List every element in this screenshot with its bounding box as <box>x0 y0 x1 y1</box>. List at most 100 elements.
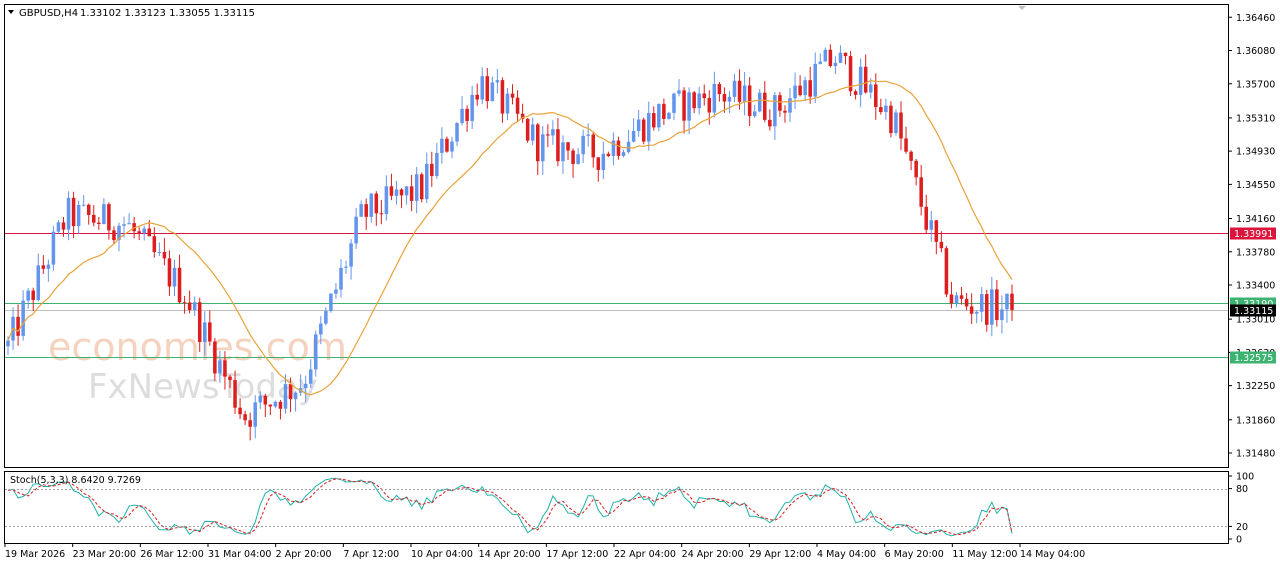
candle-bull <box>253 402 257 427</box>
candle-bull <box>369 193 374 217</box>
candle-bull <box>833 62 838 66</box>
y-tick-label: 1.36460 <box>1236 13 1275 24</box>
candle-bear <box>889 105 893 134</box>
y-tick-label: 1.33400 <box>1236 281 1275 292</box>
symbol-label: GBPUSD,H4 <box>19 8 78 19</box>
candle-bear <box>92 214 96 223</box>
candle-bear <box>409 186 414 201</box>
y-tick-label: 1.36080 <box>1236 46 1275 57</box>
candle-bear <box>97 222 101 225</box>
candle-bull <box>66 197 71 230</box>
candle-bear <box>1010 293 1014 310</box>
candle-bear <box>374 193 379 214</box>
x-tick-label: 29 Apr 12:00 <box>749 549 811 560</box>
candle-bear <box>147 228 152 237</box>
candle-bull <box>697 93 701 109</box>
candle-bear <box>828 49 833 66</box>
candle-bear <box>768 119 772 127</box>
y-tick-label: 1.34930 <box>1236 147 1275 158</box>
candle-bear <box>939 241 944 249</box>
candle-bull <box>440 138 444 153</box>
candle-bear <box>182 302 187 304</box>
candle-bull <box>657 103 661 128</box>
candle-bear <box>112 230 116 241</box>
candle-bear <box>591 134 596 158</box>
candle-bull <box>581 135 585 155</box>
candle-bull <box>561 142 565 162</box>
candle-bull <box>974 311 979 314</box>
candle-bear <box>783 110 787 113</box>
candle-bear <box>389 186 394 196</box>
candle-bear <box>263 395 268 405</box>
candle-bear <box>641 119 646 142</box>
candle-bull <box>838 52 843 63</box>
candle-bear <box>853 91 858 95</box>
candle-bear <box>399 189 404 196</box>
candle-bear <box>964 298 969 307</box>
candle-bull <box>990 289 994 325</box>
candle-bull <box>677 90 681 94</box>
candle-bull <box>450 141 454 152</box>
x-tick-label: 14 May 04:00 <box>1020 549 1085 560</box>
candle-bear <box>16 316 20 336</box>
candle-bear <box>798 85 802 96</box>
candle-bull <box>490 82 495 102</box>
candle-bull <box>349 243 353 267</box>
candle-bull <box>757 92 762 112</box>
candle-bear <box>500 80 505 114</box>
candle-bear <box>566 142 570 151</box>
candle-bull <box>712 83 717 113</box>
x-tick-label: 24 Apr 20:00 <box>682 549 744 560</box>
candle-bull <box>505 93 510 114</box>
candle-bull <box>414 174 419 201</box>
candle-bull <box>384 186 389 215</box>
candle-bull <box>293 392 298 400</box>
stoch-tick-label: 80 <box>1236 484 1248 495</box>
candle-bull <box>313 334 318 370</box>
candle-bear <box>949 294 954 304</box>
candle-bull <box>192 302 197 310</box>
y-tick-label: 1.31480 <box>1236 449 1275 460</box>
candle-bear <box>71 197 76 227</box>
candle-bear <box>995 289 999 321</box>
candle-bull <box>46 264 51 269</box>
candle-bear <box>722 94 727 102</box>
candle-bull <box>142 228 146 234</box>
chart-svg[interactable]: economies.com FxNewsToday 1.36460 1.36080… <box>0 0 1280 567</box>
candle-bull <box>732 80 737 97</box>
candle-bear <box>546 134 550 136</box>
candle-bear <box>717 83 722 95</box>
x-tick-label: 31 Mar 04:00 <box>208 549 271 560</box>
candle-bear <box>288 384 293 400</box>
candle-bear <box>430 163 434 177</box>
x-tick-label: 11 May 12:00 <box>952 549 1017 560</box>
level-tag-label: 1.33991 <box>1234 229 1273 240</box>
candle-bull <box>460 108 464 123</box>
x-tick-label: 2 Apr 20:00 <box>276 549 332 560</box>
chart-window[interactable]: economies.com FxNewsToday 1.36460 1.36080… <box>0 0 1280 567</box>
candle-bear <box>843 52 848 57</box>
candle-bear <box>278 401 283 409</box>
stoch-tick-label: 0 <box>1236 535 1242 546</box>
candle-bear <box>162 251 167 259</box>
candle-bear <box>662 103 666 119</box>
watermark-fxnewstoday: FxNewsToday <box>88 367 318 407</box>
candle-bull <box>687 92 691 121</box>
candle-bear <box>238 407 242 415</box>
candle-bull <box>667 112 671 119</box>
candle-bull <box>742 85 747 102</box>
candle-bull <box>122 224 126 226</box>
candle-bear <box>934 220 939 242</box>
candle-bull <box>818 61 823 64</box>
current-price-label: 1.33115 <box>1234 306 1273 317</box>
candle-bear <box>985 294 989 325</box>
candle-bull <box>803 80 807 96</box>
y-tick-label: 1.32250 <box>1236 381 1275 392</box>
candle-bull <box>1005 293 1009 310</box>
candle-bull <box>631 130 636 142</box>
candle-bull <box>51 231 56 265</box>
candle-bear <box>692 92 696 109</box>
x-tick-label: 17 Apr 12:00 <box>546 549 608 560</box>
candle-bear <box>596 157 601 170</box>
candle-bull <box>334 289 338 294</box>
